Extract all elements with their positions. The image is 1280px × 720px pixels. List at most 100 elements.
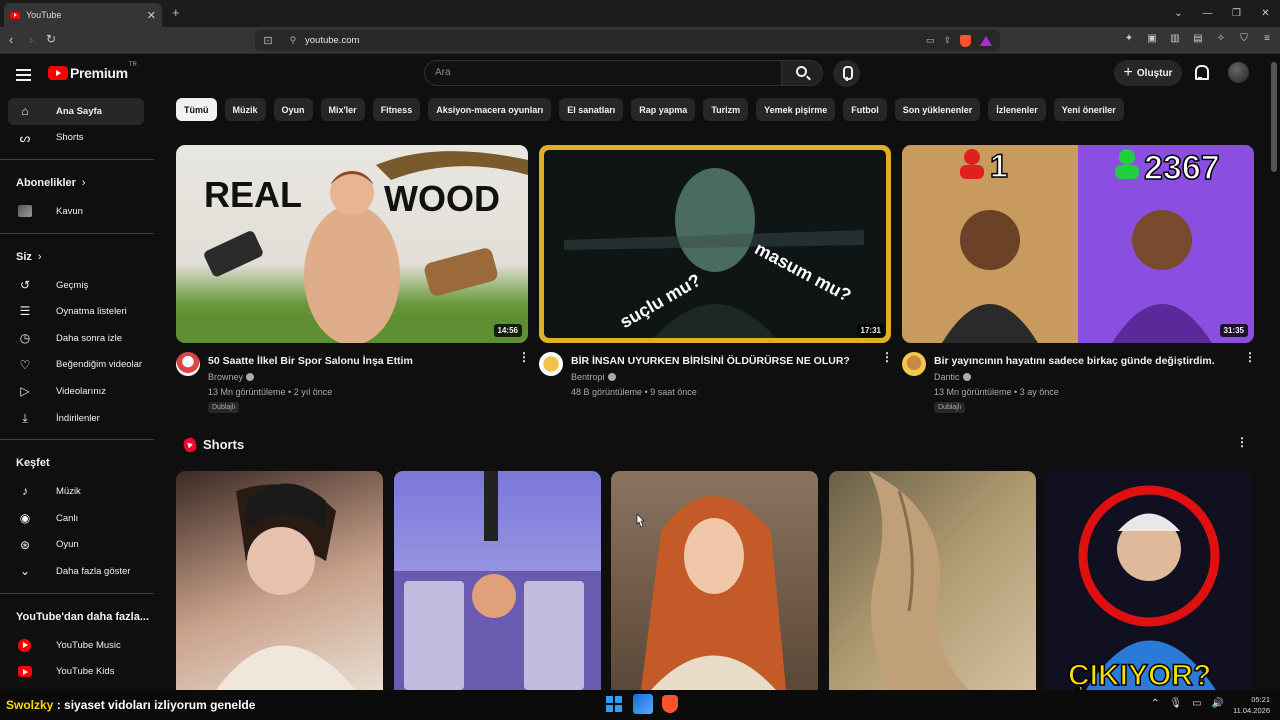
close-window-button[interactable]: ✕ — [1251, 8, 1280, 19]
sidebar-item-label: YouTube Kids — [56, 666, 115, 678]
sidebar-item-home[interactable]: ⌂ Ana Sayfa — [8, 98, 144, 125]
minimize-button[interactable]: — — [1193, 8, 1222, 19]
shorts-more-options-icon[interactable]: ⋮ — [1236, 436, 1248, 448]
search-button[interactable] — [781, 60, 823, 86]
network-icon[interactable]: ▭ — [1192, 698, 1201, 709]
share-icon[interactable]: ⇪ — [943, 35, 951, 46]
notifications-bell-icon[interactable] — [1193, 65, 1209, 80]
sidebar-item-youtube-kids[interactable]: YouTube Kids — [8, 658, 144, 685]
tab-close-icon[interactable]: ✕ — [147, 9, 156, 22]
channel-name[interactable]: Browney — [208, 372, 255, 382]
short-thumbnail[interactable]: ÇIKIYOR? — [1046, 471, 1253, 690]
account-avatar[interactable] — [1228, 62, 1249, 83]
url-bar[interactable]: ⊡ ⚲ youtube.com ▭ ⇪ — [255, 30, 1000, 51]
playlists-icon: ☰ — [19, 304, 31, 319]
chip-watched[interactable]: İzlenenler — [988, 98, 1046, 121]
sidebar-item-your-videos[interactable]: ▷ Videolarınız — [8, 378, 144, 405]
sidebar-item-downloads[interactable]: ⤓ İndirilenler — [8, 405, 144, 432]
site-info-icon[interactable]: ⚲ — [281, 35, 305, 46]
sidebar-item-youtube-music[interactable]: YouTube Music — [8, 632, 144, 659]
tab-groups-icon[interactable]: ▣ — [1145, 33, 1159, 44]
guide-menu-icon[interactable] — [16, 66, 31, 84]
create-button[interactable]: + Oluştur — [1114, 60, 1182, 86]
short-thumbnail[interactable] — [176, 471, 383, 690]
subscriptions-heading[interactable]: Abonelikler › — [0, 168, 154, 198]
page-scrollbar[interactable] — [1271, 54, 1277, 690]
video-title[interactable]: BİR İNSAN UYURKEN BİRİSİNİ ÖLDÜRÜRSE NE … — [571, 354, 871, 368]
leo-ai-icon[interactable]: ✧ — [1214, 33, 1228, 44]
short-thumbnail[interactable] — [829, 471, 1036, 690]
sidebar-item-liked-videos[interactable]: ♡ Beğendiğim videolar — [8, 352, 144, 379]
tray-chevron-icon[interactable]: ⌃ — [1151, 698, 1159, 709]
divider — [0, 592, 154, 594]
channel-name[interactable]: Bentropi — [571, 372, 616, 382]
vpn-shield-icon[interactable]: ⛉ — [1237, 33, 1251, 44]
chip-new-to-you[interactable]: Yeni öneriler — [1053, 98, 1124, 121]
chip-music[interactable]: Müzik — [224, 98, 266, 121]
sidebar-item-history[interactable]: ↺ Geçmiş — [8, 272, 144, 299]
chip-fitness[interactable]: Fitness — [372, 98, 421, 121]
chip-cooking[interactable]: Yemek pişirme — [756, 98, 836, 121]
brave-rewards-icon[interactable] — [980, 35, 992, 46]
sidebar-item-kavun[interactable]: Kavun — [8, 198, 144, 225]
video-card[interactable]: 1 2367 31:35 Bir yayıncının hayatını sad… — [902, 145, 1256, 422]
bookmark-icon[interactable]: ⊡ — [255, 34, 281, 47]
chip-crafts[interactable]: El sanatları — [559, 98, 624, 121]
taskbar-clock[interactable]: 05:21 11.04.2026 — [1233, 694, 1270, 716]
youtube-logo[interactable]: Premium TR — [48, 62, 137, 81]
video-thumbnail[interactable]: REAL WOOD 14:56 — [176, 145, 528, 343]
short-thumbnail[interactable] — [611, 471, 818, 690]
app-icon[interactable] — [633, 694, 653, 714]
sidebar-icon[interactable]: ▥ — [1168, 33, 1182, 44]
forward-icon[interactable]: › — [29, 32, 33, 47]
browser-tab[interactable]: YouTube ✕ — [4, 3, 162, 27]
chip-rap[interactable]: Rap yapma — [631, 98, 696, 121]
you-heading[interactable]: Siz › — [0, 242, 154, 272]
more-options-icon[interactable]: ⋮ — [881, 351, 893, 363]
channel-name[interactable]: Dantic — [934, 372, 971, 382]
brave-browser-icon[interactable] — [662, 695, 678, 713]
more-options-icon[interactable]: ⋮ — [518, 351, 530, 363]
microphone-icon[interactable]: 🎙 — [1169, 698, 1182, 709]
chip-football[interactable]: Futbol — [843, 98, 887, 121]
sidebar-item-playlists[interactable]: ☰ Oynatma listeleri — [8, 298, 144, 325]
channel-avatar[interactable] — [902, 352, 926, 376]
tab-search-icon[interactable]: ⌄ — [1164, 8, 1193, 19]
menu-icon[interactable]: ≡ — [1260, 33, 1274, 44]
windows-start-icon[interactable] — [604, 694, 624, 714]
brave-shields-icon[interactable] — [960, 34, 971, 47]
maximize-button[interactable]: ❐ — [1222, 8, 1251, 19]
chip-all[interactable]: Tümü — [176, 98, 217, 121]
video-card[interactable]: REAL WOOD 14:56 50 Saatte İlkel Bir Spor… — [176, 145, 530, 422]
short-thumbnail[interactable] — [394, 471, 601, 690]
chip-recently-uploaded[interactable]: Son yüklenenler — [894, 98, 981, 121]
chip-gaming[interactable]: Oyun — [273, 98, 313, 121]
wallet-icon[interactable]: ▤ — [1191, 33, 1205, 44]
chip-mixes[interactable]: Mix'ler — [320, 98, 365, 121]
video-thumbnail[interactable]: suçlu mu? masum mu? 17:31 — [539, 145, 891, 343]
sidebar-item-watch-later[interactable]: ◷ Daha sonra izle — [8, 325, 144, 352]
back-icon[interactable]: ‹ — [9, 32, 13, 47]
extensions-icon[interactable]: ✦ — [1122, 33, 1136, 44]
search-input[interactable]: Ara — [424, 60, 782, 86]
new-tab-button[interactable]: + — [172, 5, 180, 20]
chip-action-adventure[interactable]: Aksiyon-macera oyunları — [428, 98, 552, 121]
sidebar-item-show-more[interactable]: ⌄ Daha fazla göster — [8, 558, 144, 585]
sidebar-item-gaming[interactable]: ⊛ Oyun — [8, 532, 144, 559]
channel-avatar[interactable] — [176, 352, 200, 376]
voice-search-button[interactable] — [833, 60, 860, 87]
more-options-icon[interactable]: ⋮ — [1244, 351, 1256, 363]
video-title[interactable]: Bir yayıncının hayatını sadece birkaç gü… — [934, 354, 1234, 368]
sidebar-item-live[interactable]: ◉ Canlı — [8, 505, 144, 532]
video-thumbnail[interactable]: 1 2367 31:35 — [902, 145, 1254, 343]
channel-avatar[interactable] — [539, 352, 563, 376]
cast-icon[interactable]: ▭ — [926, 35, 935, 46]
sidebar-item-shorts[interactable]: ᔕ Shorts — [8, 125, 144, 152]
chip-tourism[interactable]: Turizm — [703, 98, 749, 121]
reload-icon[interactable]: ↻ — [46, 32, 56, 46]
url-text[interactable]: youtube.com — [305, 35, 359, 46]
video-title[interactable]: 50 Saatte İlkel Bir Spor Salonu İnşa Ett… — [208, 354, 508, 368]
video-card[interactable]: suçlu mu? masum mu? 17:31 BİR İNSAN UYUR… — [539, 145, 893, 422]
volume-icon[interactable]: 🔊 — [1212, 698, 1224, 709]
sidebar-item-music[interactable]: ♪ Müzik — [8, 478, 144, 505]
